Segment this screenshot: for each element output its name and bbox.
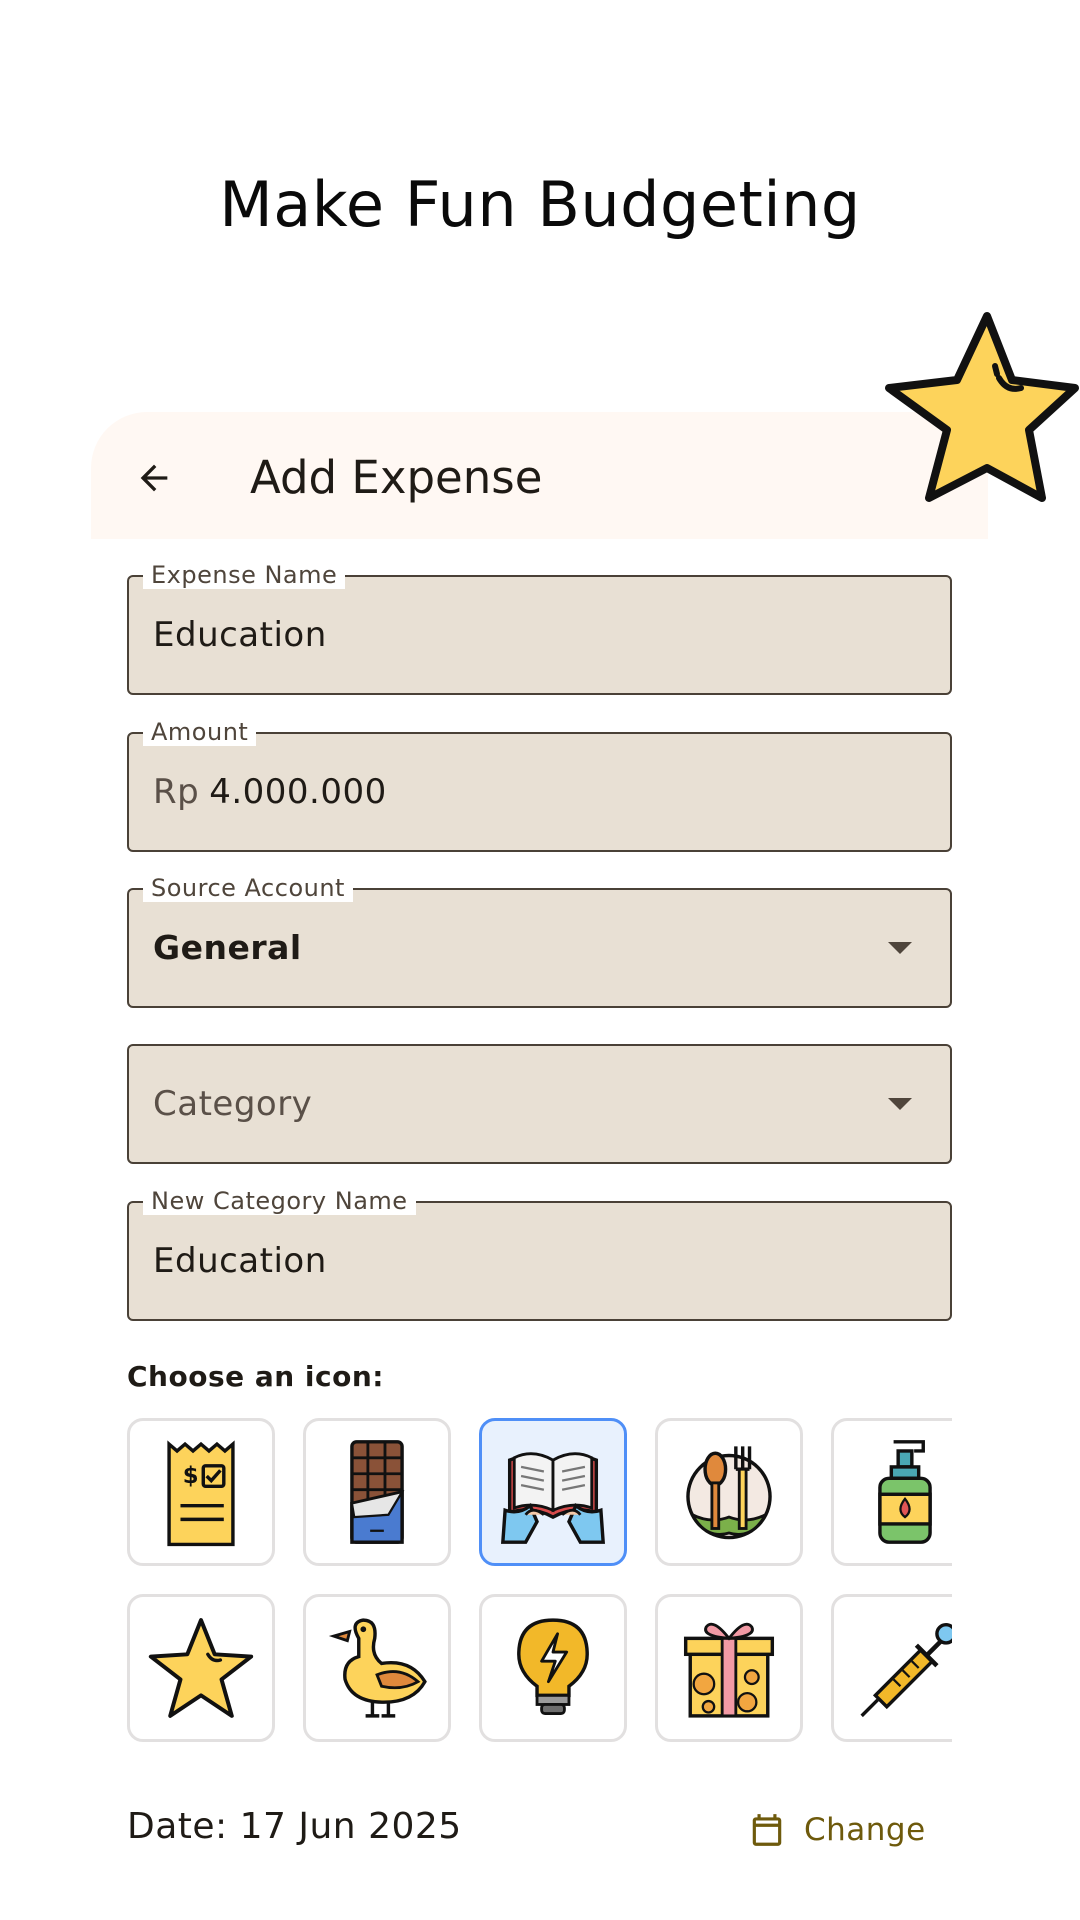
amount-value: 4.000.000 <box>209 772 387 812</box>
source-account-dropdown[interactable]: Source Account General <box>127 874 952 1008</box>
svg-text:$: $ <box>183 1463 199 1489</box>
dropdown-arrow-icon <box>888 942 912 954</box>
change-date-button[interactable]: Change <box>748 1800 926 1860</box>
expense-name-value: Education <box>153 615 327 655</box>
icon-option-syringe[interactable] <box>831 1594 952 1742</box>
amount-value-row: Rp 4.000.000 <box>153 734 387 850</box>
new-category-name-value: Education <box>153 1241 327 1281</box>
currency-prefix: Rp <box>153 772 200 812</box>
change-date-label: Change <box>804 1812 926 1848</box>
page-headline: Make Fun Budgeting <box>219 168 861 241</box>
receipt-icon: $ <box>167 1440 235 1547</box>
icon-option-food[interactable] <box>655 1418 803 1566</box>
amount-field[interactable]: Amount Rp 4.000.000 <box>127 718 952 852</box>
new-category-name-field[interactable]: New Category Name Education <box>127 1187 952 1321</box>
icon-option-receipt[interactable]: $ <box>127 1418 275 1566</box>
expense-date: Date: 17 Jun 2025 <box>127 1806 462 1847</box>
icon-option-star[interactable] <box>127 1594 275 1742</box>
chocolate-bar-icon <box>350 1440 405 1544</box>
category-placeholder: Category <box>153 1084 313 1124</box>
source-account-value: General <box>153 928 302 967</box>
page-title: Add Expense <box>250 451 543 504</box>
gift-box-icon <box>683 1622 775 1718</box>
open-book-icon <box>501 1452 605 1544</box>
icon-option-duck[interactable] <box>303 1594 451 1742</box>
lightbulb-icon <box>517 1618 589 1716</box>
star-icon <box>148 1618 254 1718</box>
category-dropdown[interactable]: Category <box>127 1044 952 1164</box>
icon-option-gift[interactable] <box>655 1594 803 1742</box>
icon-picker-label: Choose an icon: <box>127 1360 384 1393</box>
star-decoration-icon <box>885 312 1079 502</box>
icon-option-book[interactable] <box>479 1418 627 1566</box>
icon-option-chocolate[interactable] <box>303 1418 451 1566</box>
back-arrow-icon <box>140 464 168 492</box>
icon-option-lightbulb[interactable] <box>479 1594 627 1742</box>
syringe-icon <box>860 1622 952 1718</box>
duck-icon <box>328 1618 427 1718</box>
expense-name-field[interactable]: Expense Name Education <box>127 561 952 695</box>
calendar-icon <box>752 1814 782 1846</box>
icon-picker-grid: $ <box>127 1418 952 1744</box>
back-button[interactable] <box>122 448 186 508</box>
soap-bottle-icon <box>878 1440 932 1544</box>
icon-option-soap[interactable] <box>831 1418 952 1566</box>
food-plate-icon <box>686 1446 772 1540</box>
dropdown-arrow-icon <box>888 1098 912 1110</box>
